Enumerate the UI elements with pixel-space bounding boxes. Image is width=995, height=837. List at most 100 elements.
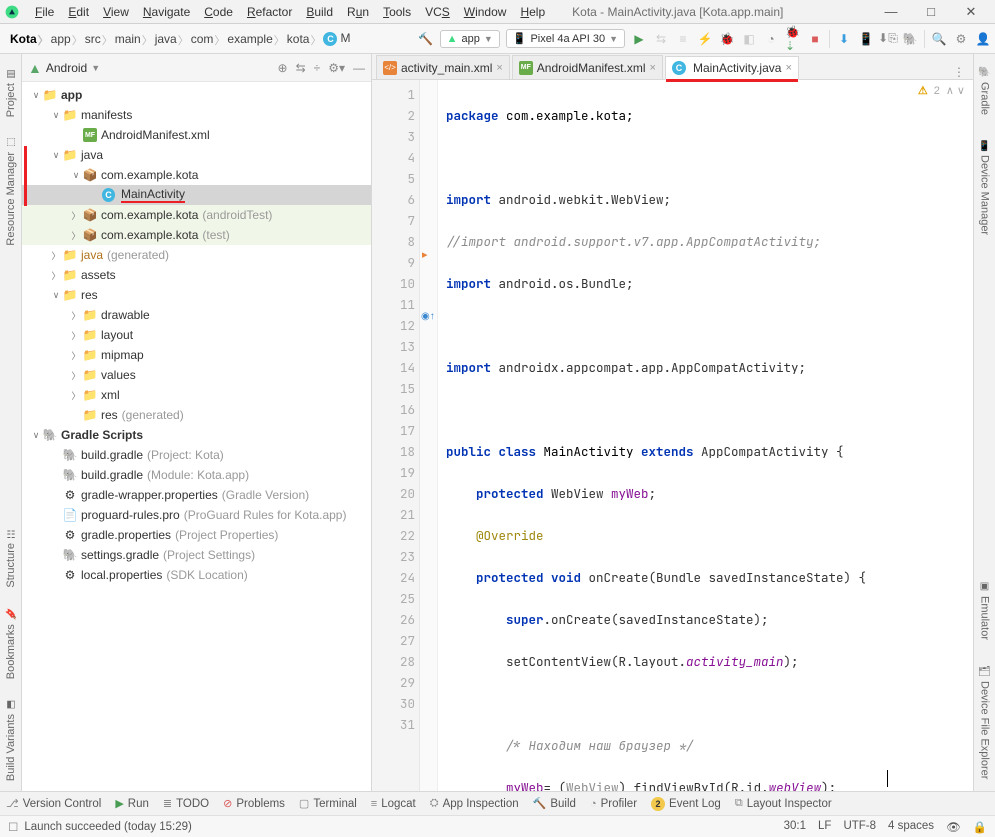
crumb-main[interactable]: main [109, 30, 149, 48]
node-res-gen[interactable]: 📁res(generated) [22, 405, 371, 425]
tool-logcat[interactable]: ≡Logcat [371, 798, 416, 810]
dropdown-caret-icon[interactable]: ▼ [91, 63, 100, 73]
crumb-file[interactable]: CM [317, 29, 358, 48]
node-layout[interactable]: 〉📁layout [22, 325, 371, 345]
node-build-gradle-project[interactable]: 🐘build.gradle(Project: Kota) [22, 445, 371, 465]
vcs-update-icon[interactable]: ⬇ [836, 31, 852, 47]
hide-icon[interactable]: — [353, 61, 365, 75]
crumb-src[interactable]: src [79, 30, 109, 48]
node-java[interactable]: ∨📁java [22, 145, 371, 165]
node-pkg-main[interactable]: ∨📦com.example.kota [22, 165, 371, 185]
crumb-kota[interactable]: kota [281, 30, 318, 48]
rerun-icon[interactable]: ≡ [675, 31, 691, 47]
inspection-indicators[interactable]: ⚠2 ∧ ∨ [918, 84, 965, 97]
node-build-gradle-module[interactable]: 🐘build.gradle(Module: Kota.app) [22, 465, 371, 485]
code-editor[interactable]: ⚠2 ∧ ∨ 123456789101112131415161718192021… [372, 80, 973, 791]
node-xml[interactable]: 〉📁xml [22, 385, 371, 405]
coverage-icon[interactable]: ◧ [741, 31, 757, 47]
tool-layout-inspector[interactable]: ⧉Layout Inspector [735, 797, 832, 810]
collapse-icon[interactable]: ÷ [314, 61, 321, 75]
stop-icon[interactable]: ■ [807, 31, 823, 47]
tab-androidmanifest[interactable]: MFAndroidManifest.xml× [512, 55, 663, 79]
tab-activity-main[interactable]: </>activity_main.xml× [376, 55, 510, 79]
node-values[interactable]: 〉📁values [22, 365, 371, 385]
sdk-manager-icon[interactable]: ⬇⎘ [880, 31, 896, 47]
menu-vcs[interactable]: VCS [418, 3, 457, 21]
avd-manager-icon[interactable]: 📱 [858, 31, 874, 47]
node-gradle-wrapper[interactable]: ⚙gradle-wrapper.properties(Gradle Versio… [22, 485, 371, 505]
menu-window[interactable]: Window [457, 3, 514, 21]
tool-project[interactable]: Project▤ [5, 68, 17, 117]
tool-resource-manager[interactable]: Resource Manager⬚ [5, 137, 17, 246]
attach-debugger-icon[interactable]: 🐞⇣ [785, 31, 801, 47]
node-manifests[interactable]: ∨📁manifests [22, 105, 371, 125]
tool-todo[interactable]: ≣TODO [163, 797, 209, 810]
crumb-java[interactable]: java [149, 30, 185, 48]
node-pkg-test[interactable]: 〉📦com.example.kota(test) [22, 225, 371, 245]
run-class-gutter-icon[interactable]: ▸ [422, 248, 428, 261]
project-view-title[interactable]: Android [46, 61, 87, 75]
node-local-properties[interactable]: ⚙local.properties(SDK Location) [22, 565, 371, 585]
run-icon[interactable]: ▶ [631, 31, 647, 47]
caret-position[interactable]: 30:1 [784, 820, 806, 834]
tool-profiler[interactable]: ◔Profiler [590, 798, 637, 810]
node-java-gen[interactable]: 〉📁java(generated) [22, 245, 371, 265]
close-tab-icon[interactable]: × [650, 62, 656, 74]
menu-navigate[interactable]: Navigate [136, 3, 197, 21]
line-ending[interactable]: LF [818, 820, 831, 834]
tool-app-inspection[interactable]: ⛭App Inspection [430, 797, 519, 810]
menu-tools[interactable]: Tools [376, 3, 418, 21]
close-tab-icon[interactable]: × [785, 62, 791, 74]
target-icon[interactable]: ⊕ [278, 61, 288, 75]
search-icon[interactable]: 🔍 [931, 31, 947, 47]
node-androidmanifest[interactable]: MFAndroidManifest.xml [22, 125, 371, 145]
node-mainactivity[interactable]: CMainActivity [22, 185, 371, 205]
node-res[interactable]: ∨📁res [22, 285, 371, 305]
device-dropdown[interactable]: 📱Pixel 4a API 30▼ [506, 29, 625, 48]
menu-refactor[interactable]: Refactor [240, 3, 299, 21]
tabs-overflow-icon[interactable]: ⋮ [945, 65, 973, 79]
tool-build-variants[interactable]: Build Variants◨ [5, 699, 17, 781]
menu-run[interactable]: Run [340, 3, 376, 21]
tool-device-manager[interactable]: 📱Device Manager [979, 139, 991, 235]
settings-icon[interactable]: ⚙ [953, 31, 969, 47]
crumb-project[interactable]: Kota [4, 30, 45, 48]
tool-bookmarks[interactable]: Bookmarks🔖 [5, 608, 17, 679]
expand-icon[interactable]: ⇆ [296, 61, 306, 75]
tool-run[interactable]: ▶Run [115, 797, 149, 810]
tool-device-file-explorer[interactable]: 🗂Device File Explorer [979, 664, 991, 779]
tool-structure[interactable]: Structure☷ [5, 528, 17, 588]
window-maximize-icon[interactable]: □ [923, 4, 939, 20]
node-proguard[interactable]: 📄proguard-rules.pro(ProGuard Rules for K… [22, 505, 371, 525]
window-close-icon[interactable]: ✕ [963, 4, 979, 20]
settings-gear-icon[interactable]: ⚙▾ [328, 61, 345, 75]
menu-build[interactable]: Build [299, 3, 340, 21]
tool-gradle[interactable]: 🐘Gradle [979, 66, 991, 115]
close-tab-icon[interactable]: × [496, 62, 502, 74]
node-gradle-scripts[interactable]: ∨🐘Gradle Scripts [22, 425, 371, 445]
encoding[interactable]: UTF-8 [843, 820, 876, 834]
tool-emulator[interactable]: ▣Emulator [979, 581, 991, 640]
node-pkg-androidtest[interactable]: 〉📦com.example.kota(androidTest) [22, 205, 371, 225]
apply-changes-icon[interactable]: ⚡ [697, 31, 713, 47]
tool-event-log[interactable]: 2Event Log [651, 797, 721, 811]
menu-code[interactable]: Code [197, 3, 240, 21]
menu-view[interactable]: View [96, 3, 136, 21]
node-assets[interactable]: 〉📁assets [22, 265, 371, 285]
crumb-app[interactable]: app [45, 30, 79, 48]
override-gutter-icon[interactable]: ◉↑ [421, 311, 435, 322]
tool-version-control[interactable]: ⎇Version Control [6, 797, 101, 810]
sync-gradle-icon[interactable]: 🐘 [902, 31, 918, 47]
debug-attach-icon[interactable]: ⇆ [653, 31, 669, 47]
code-content[interactable]: package com.example.kota; import android… [438, 80, 973, 791]
tool-build[interactable]: 🔨Build [533, 797, 576, 810]
lock-icon[interactable]: 🔒 [973, 820, 987, 834]
run-config-dropdown[interactable]: ▲app▼ [440, 30, 500, 48]
menu-help[interactable]: Help [513, 3, 552, 21]
node-settings-gradle[interactable]: 🐘settings.gradle(Project Settings) [22, 545, 371, 565]
debug-icon[interactable]: 🐞 [719, 31, 735, 47]
window-minimize-icon[interactable]: — [883, 4, 899, 20]
tab-mainactivity[interactable]: CMainActivity.java× [665, 56, 799, 80]
crumb-com[interactable]: com [185, 30, 222, 48]
menu-edit[interactable]: Edit [61, 3, 96, 21]
